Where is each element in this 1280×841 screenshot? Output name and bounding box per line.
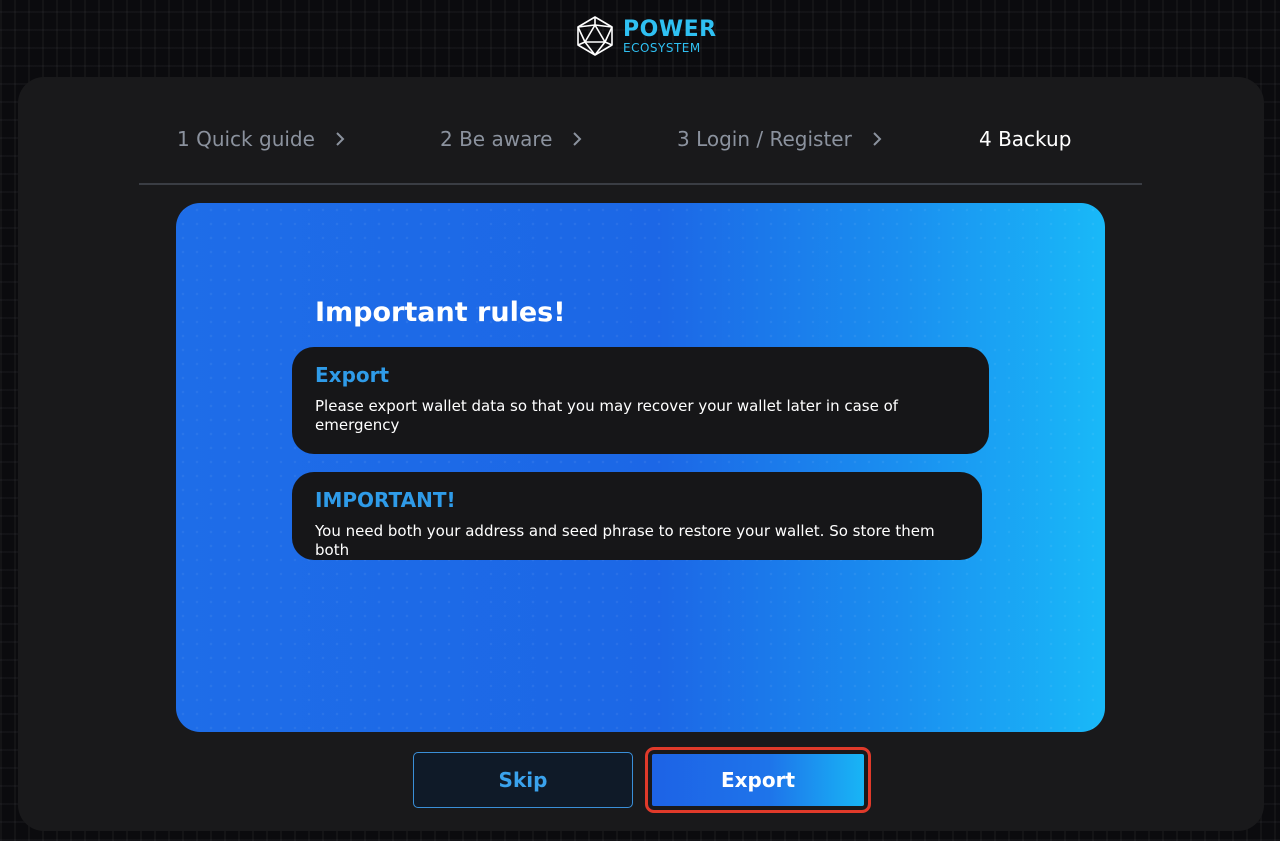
step-quick-guide[interactable]: 1 Quick guide [177,117,345,161]
step-label: 2 Be aware [440,127,553,151]
logo-power-text: POWER [623,16,717,42]
rule-export: Export Please export wallet data so that… [292,347,989,454]
rules-card: Important rules! Export Please export wa… [176,203,1105,732]
stepper: 1 Quick guide 2 Be aware 3 Login / Regis… [139,117,1142,185]
step-label: 4 Backup [979,127,1072,151]
chevron-right-icon [336,132,345,146]
step-login-register[interactable]: 3 Login / Register [677,117,882,161]
step-be-aware[interactable]: 2 Be aware [440,117,582,161]
logo: POWER ECOSYSTEM [575,14,717,58]
logo-ecosystem-text: ECOSYSTEM [623,40,701,55]
onboarding-panel: 1 Quick guide 2 Be aware 3 Login / Regis… [18,77,1264,831]
rule-text: You need both your address and seed phra… [315,522,935,559]
rule-title: Export [315,363,390,387]
rule-important: IMPORTANT! You need both your address an… [292,472,982,560]
rule-title: IMPORTANT! [315,488,456,512]
chevron-right-icon [573,132,582,146]
logo-text: POWER ECOSYSTEM [623,16,717,55]
step-label: 3 Login / Register [677,127,852,151]
chevron-right-icon [873,132,882,146]
card-title: Important rules! [315,297,566,328]
skip-button[interactable]: Skip [413,752,633,808]
step-backup[interactable]: 4 Backup [979,117,1071,161]
export-button[interactable]: Export [645,747,871,813]
rule-text: Please export wallet data so that you ma… [315,397,899,434]
step-label: 1 Quick guide [177,127,315,151]
icosahedron-logo-icon [577,16,613,56]
